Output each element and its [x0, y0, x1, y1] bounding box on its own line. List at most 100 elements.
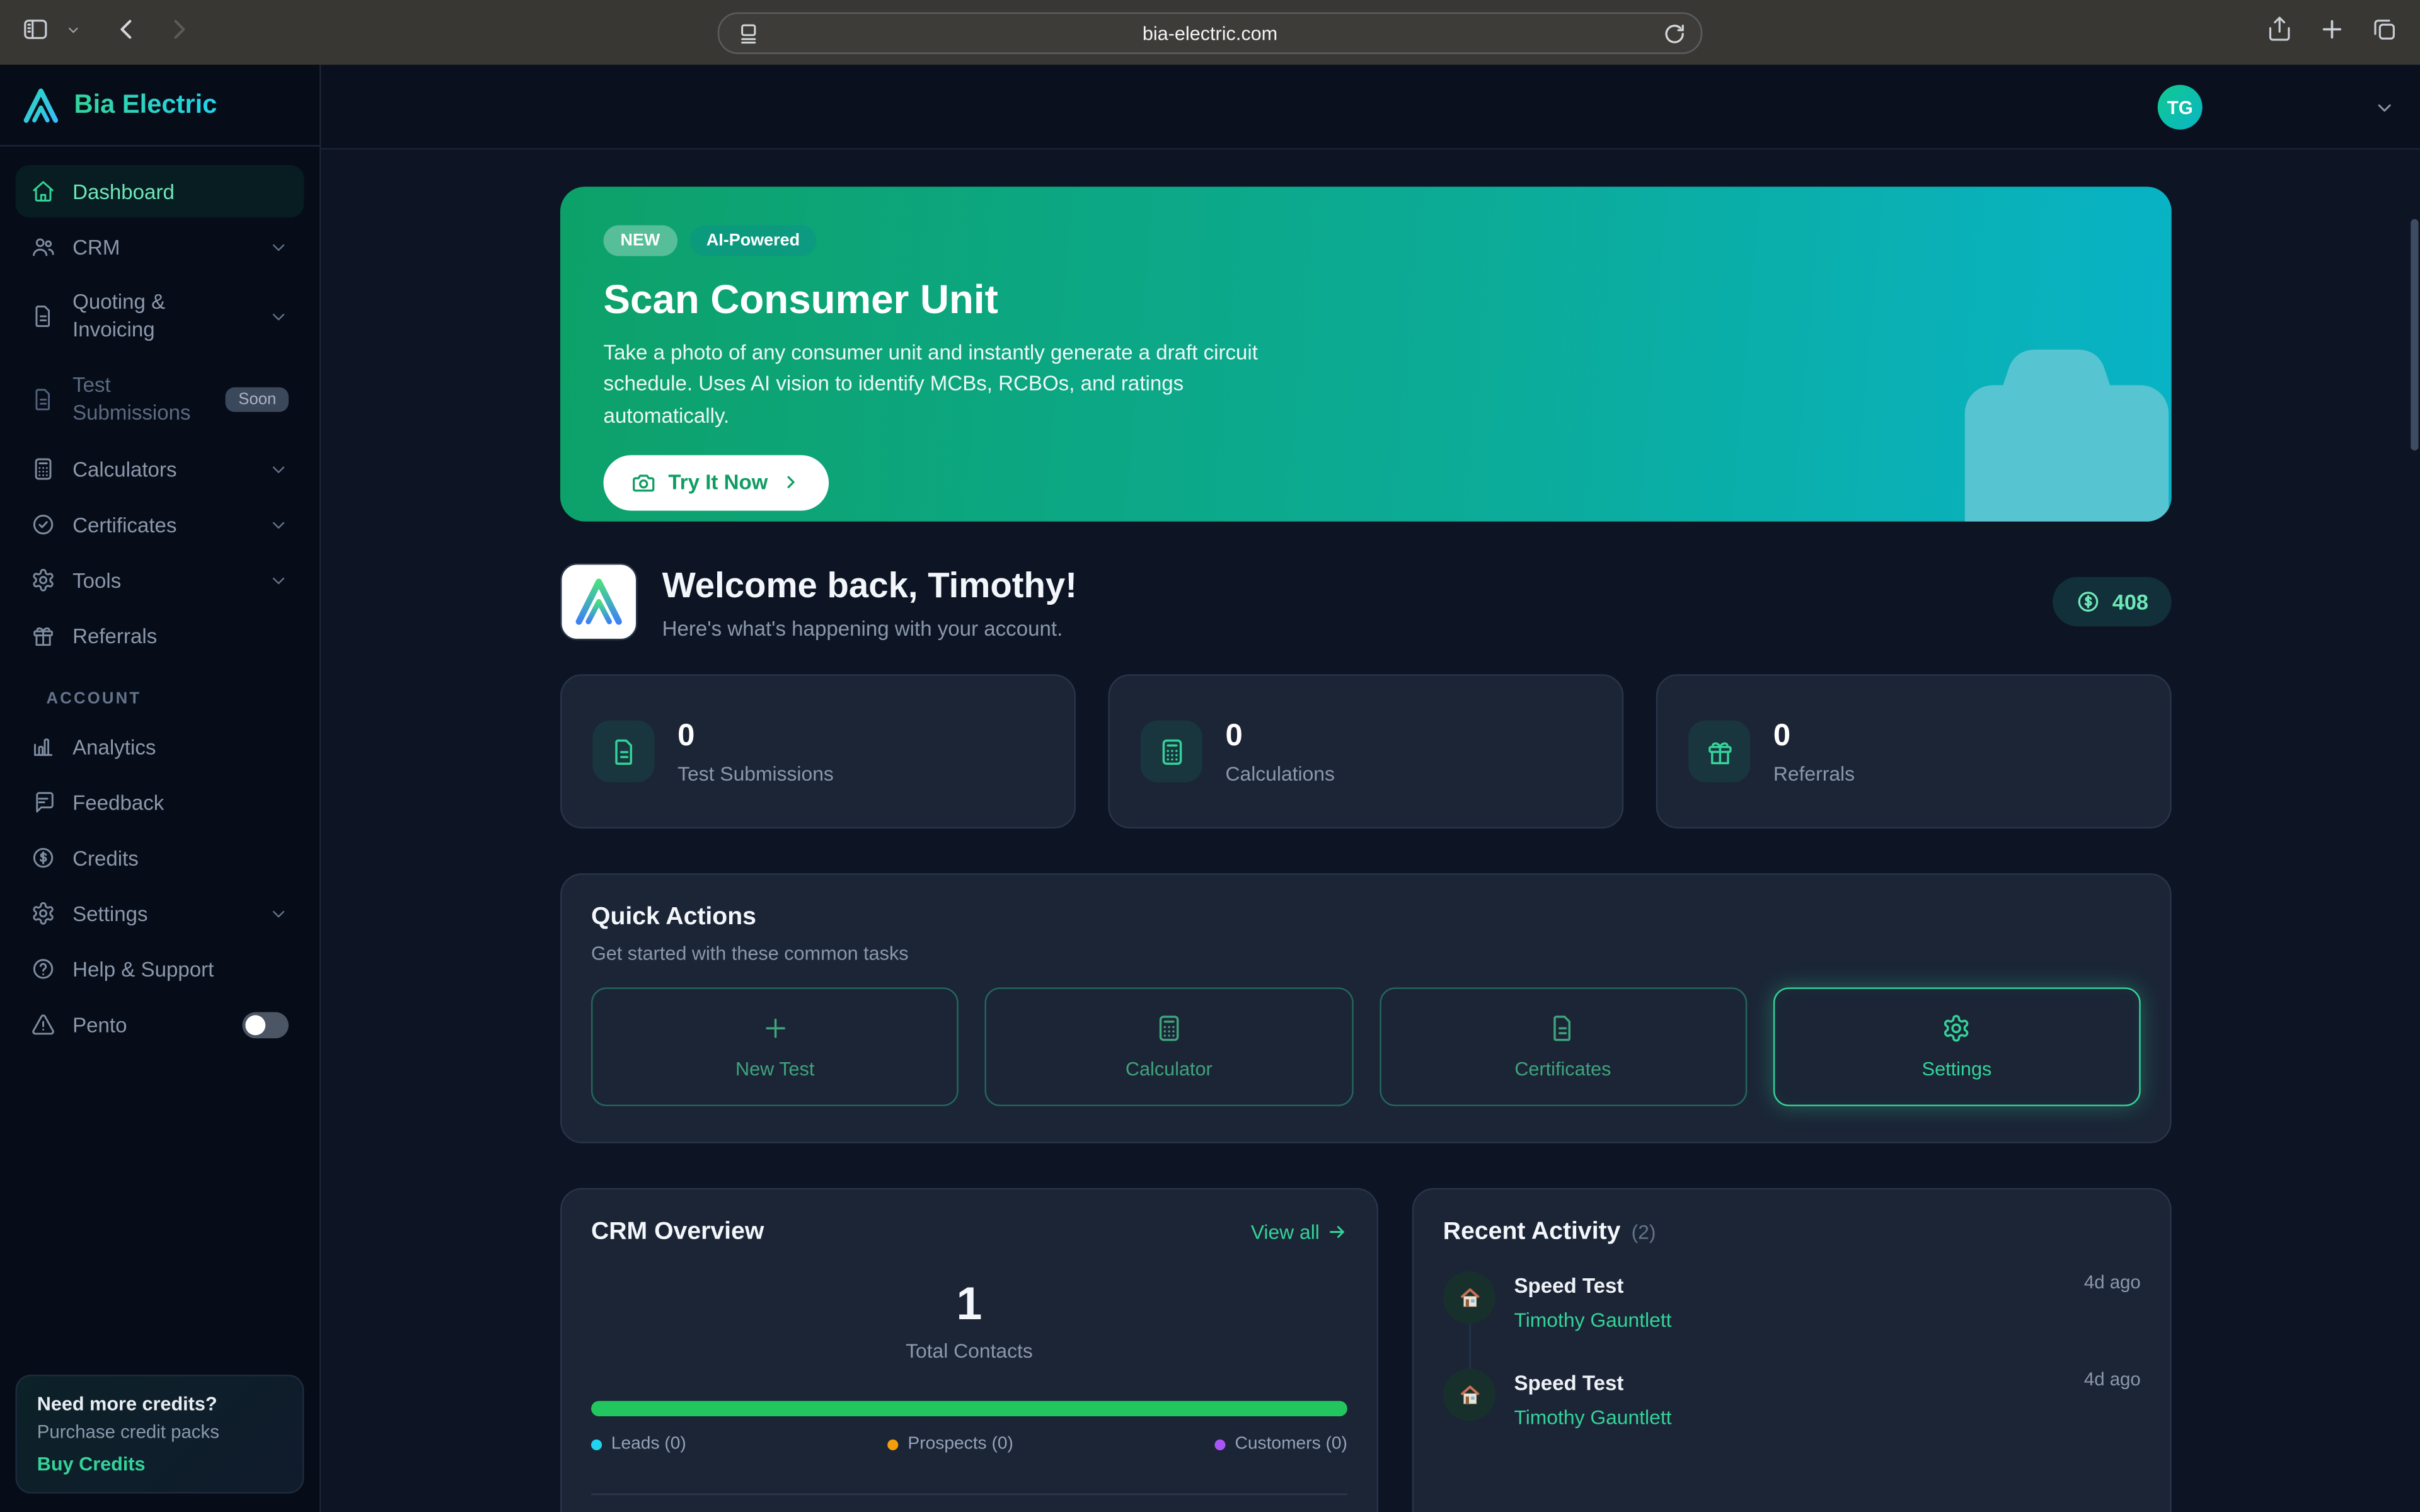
welcome-section: Welcome back, Timothy! Here's what's hap…	[560, 563, 2172, 640]
calculator-button[interactable]: Calculator	[985, 987, 1352, 1106]
welcome-title: Welcome back, Timothy!	[662, 564, 1077, 605]
share-icon[interactable]	[2266, 14, 2293, 50]
toggle-knob	[245, 1014, 265, 1034]
activity-contact-link[interactable]: Timothy Gauntlett	[1514, 1406, 1671, 1429]
calculator-icon	[1141, 721, 1202, 782]
total-contacts-label: Total Contacts	[591, 1339, 1347, 1363]
chevron-down-icon	[268, 237, 289, 257]
arrow-right-icon	[1327, 1222, 1347, 1242]
sidebar-item-dashboard[interactable]: Dashboard	[15, 165, 304, 217]
toolbar-chevron-down-icon[interactable]	[65, 18, 82, 46]
credits-balance-badge[interactable]: 408	[2052, 577, 2171, 626]
avatar[interactable]: TG	[2158, 85, 2203, 130]
sidebar-item-certificates[interactable]: Certificates	[15, 498, 304, 551]
contacts-progress-fill	[591, 1401, 1347, 1416]
contacts-progress-bar	[591, 1401, 1347, 1416]
camera-illustration	[1929, 318, 2171, 521]
credits-upsell-subtitle: Purchase credit packs	[37, 1421, 282, 1443]
total-contacts-value: 1	[591, 1279, 1347, 1331]
sidebar-item-settings[interactable]: Settings	[15, 887, 304, 939]
plus-icon	[760, 1014, 790, 1043]
message-square-icon	[31, 790, 55, 815]
sidebar-item-analytics[interactable]: Analytics	[15, 721, 304, 773]
dollar-circle-icon	[2075, 590, 2100, 614]
divider	[591, 1494, 1347, 1495]
sidebar-item-crm[interactable]: CRM	[15, 220, 304, 273]
gift-icon	[1688, 721, 1750, 782]
sidebar-toggle-icon[interactable]	[21, 14, 49, 50]
badge-check-icon	[31, 512, 55, 537]
sidebar-item-label: Pento	[72, 1013, 127, 1036]
sidebar-item-referrals[interactable]: Referrals	[15, 609, 304, 662]
credits-upsell-title: Need more credits?	[37, 1393, 282, 1414]
sidebar-item-label: CRM	[72, 235, 120, 258]
new-tab-icon[interactable]	[2318, 14, 2346, 50]
page-preview-icon[interactable]	[735, 20, 763, 48]
scrollbar-thumb[interactable]	[2411, 219, 2418, 450]
soon-badge: Soon	[226, 387, 289, 412]
sidebar-item-feedback[interactable]: Feedback	[15, 776, 304, 828]
stat-value: 0	[1773, 718, 1855, 753]
buy-credits-link[interactable]: Buy Credits	[37, 1453, 282, 1475]
help-circle-icon	[31, 956, 55, 981]
sidebar-item-label: Settings	[72, 902, 147, 925]
header-chevron-down-icon[interactable]	[2374, 97, 2395, 118]
try-it-now-button[interactable]: Try It Now	[604, 455, 828, 510]
warning-triangle-icon	[31, 1012, 55, 1037]
sidebar-item-label: Certificates	[72, 513, 176, 536]
chevron-down-icon	[268, 459, 289, 479]
sidebar-item-tools[interactable]: Tools	[15, 554, 304, 606]
address-bar[interactable]: bia-electric.com	[718, 13, 1702, 54]
sidebar-item-label: Quoting & Invoicing	[72, 288, 214, 344]
ai-powered-badge: AI-Powered	[689, 226, 817, 256]
reload-icon[interactable]	[1662, 21, 1687, 46]
file-text-icon	[31, 387, 55, 412]
screen: bia-electric.com	[0, 0, 2420, 1512]
sidebar-item-calculators[interactable]: Calculators	[15, 443, 304, 495]
tabs-icon[interactable]	[2371, 14, 2399, 50]
gear-icon	[1942, 1014, 1972, 1043]
view-all-link[interactable]: View all	[1251, 1220, 1347, 1244]
leads-dot	[591, 1439, 602, 1450]
sidebar: Bia Electric Dashboard CRM Quoting & Inv…	[0, 65, 321, 1512]
activity-title: Speed Test	[1514, 1372, 1671, 1395]
chevron-down-icon	[268, 306, 289, 326]
recent-activity-count: (2)	[1632, 1220, 1656, 1244]
sidebar-item-pento[interactable]: Pento	[15, 998, 304, 1050]
action-label: Certificates	[1514, 1058, 1611, 1080]
scan-banner: NEW AI-Powered Scan Consumer Unit Take a…	[560, 186, 2172, 521]
welcome-subtitle: Here's what's happening with your accoun…	[662, 616, 1077, 639]
certificates-button[interactable]: Certificates	[1379, 987, 1746, 1106]
stat-label: Calculations	[1225, 762, 1334, 785]
sidebar-item-credits[interactable]: Credits	[15, 832, 304, 884]
brand-logo-icon	[21, 86, 60, 124]
activity-contact-link[interactable]: Timothy Gauntlett	[1514, 1309, 1671, 1332]
quick-actions-card: Quick Actions Get started with these com…	[560, 873, 2172, 1143]
crm-overview-card: CRM Overview View all 1 Total Contacts	[560, 1188, 1378, 1512]
back-icon[interactable]	[113, 14, 141, 50]
stat-label: Referrals	[1773, 762, 1855, 785]
dollar-circle-icon	[31, 845, 55, 870]
sidebar-item-label: Dashboard	[72, 180, 175, 203]
forward-icon[interactable]	[165, 14, 193, 50]
activity-title: Speed Test	[1514, 1274, 1671, 1298]
stat-card-test-submissions: 0 Test Submissions	[560, 674, 1076, 828]
stat-card-calculations: 0 Calculations	[1108, 674, 1623, 828]
new-test-button[interactable]: New Test	[591, 987, 959, 1106]
activity-time: 4d ago	[2084, 1271, 2141, 1332]
brand-name: Bia Electric	[74, 89, 217, 120]
prospects-dot	[888, 1439, 899, 1450]
legend-label: Leads (0)	[611, 1435, 686, 1453]
view-all-label: View all	[1251, 1220, 1320, 1244]
customers-dot	[1215, 1439, 1226, 1450]
settings-button[interactable]: Settings	[1773, 987, 2140, 1106]
sidebar-item-test-submissions[interactable]: Test Submissions Soon	[15, 360, 304, 440]
new-badge: NEW	[604, 226, 677, 256]
crm-overview-title: CRM Overview	[591, 1219, 764, 1247]
recent-activity-card: Recent Activity (2) Speed Test Timothy	[1412, 1188, 2172, 1512]
sidebar-item-help-support[interactable]: Help & Support	[15, 942, 304, 995]
credits-balance-value: 408	[2112, 590, 2148, 614]
pento-toggle[interactable]	[242, 1011, 288, 1038]
sidebar-item-quoting-invoicing[interactable]: Quoting & Invoicing	[15, 276, 304, 356]
stats-row: 0 Test Submissions 0 Calculations	[560, 674, 2172, 828]
